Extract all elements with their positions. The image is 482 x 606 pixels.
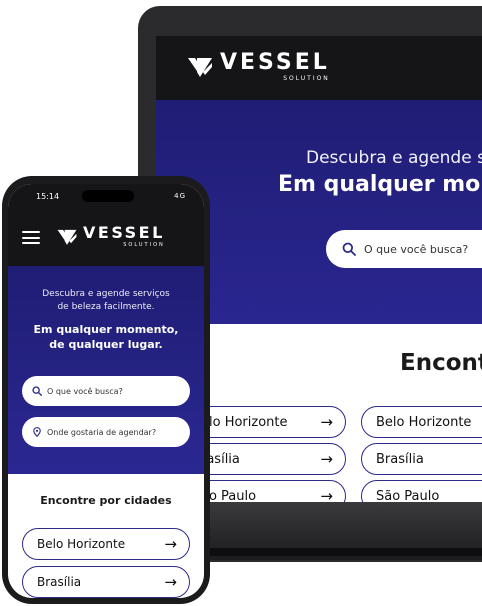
site-header: VESSEL SOLUTION bbox=[8, 208, 204, 266]
hero-title-line: de qualquer lugar. bbox=[49, 338, 163, 351]
brand-tagline: SOLUTION bbox=[283, 75, 330, 82]
hero-subtitle-line: Descubra e agende serviços bbox=[42, 289, 170, 299]
section-title: Encontre por cidades bbox=[40, 494, 172, 507]
location-placeholder: Onde gostaria de agendar? bbox=[47, 427, 157, 437]
arrow-right-icon: → bbox=[164, 573, 177, 591]
brand-tagline: SOLUTION bbox=[123, 242, 165, 248]
search-icon bbox=[342, 242, 356, 256]
city-button[interactable]: Belo Horizonte → bbox=[22, 528, 190, 560]
city-button[interactable]: Brasília → bbox=[22, 566, 190, 598]
hero-title: Em qualquer mom bbox=[278, 172, 482, 197]
brand-name: VESSEL bbox=[83, 223, 165, 242]
city-button[interactable]: rasília → bbox=[186, 443, 346, 475]
signal-indicator: 4G bbox=[174, 192, 186, 200]
hero-subtitle: Descubra e agende serviços de beleza fac… bbox=[8, 288, 204, 314]
search-placeholder: O que você busca? bbox=[364, 242, 469, 256]
city-label: elo Horizonte bbox=[201, 414, 288, 430]
search-input[interactable]: O que você busca? bbox=[22, 376, 190, 406]
hero-title-line: Em qualquer momento, bbox=[33, 323, 179, 336]
arrow-right-icon: → bbox=[164, 535, 177, 553]
city-label: Brasília bbox=[37, 575, 82, 589]
city-button[interactable]: Brasília bbox=[361, 443, 482, 475]
city-button[interactable]: Belo Horizonte bbox=[361, 406, 482, 438]
hero-subtitle: Descubra e agende s bbox=[306, 148, 482, 168]
search-placeholder: O que você busca? bbox=[47, 386, 123, 396]
city-label: Belo Horizonte bbox=[37, 537, 126, 551]
hero-title: Em qualquer momento, de qualquer lugar. bbox=[8, 322, 204, 352]
city-label: Belo Horizonte bbox=[376, 414, 472, 430]
location-pin-icon bbox=[33, 427, 41, 437]
laptop-hinge bbox=[170, 548, 482, 556]
vessel-logo-icon bbox=[57, 229, 77, 245]
status-bar: 15:14 4G bbox=[8, 184, 204, 208]
brand-logo[interactable]: VESSEL SOLUTION bbox=[56, 225, 165, 248]
section-title: Encont bbox=[400, 350, 482, 376]
hero-section: Descubra e agende serviços de beleza fac… bbox=[8, 266, 204, 474]
hero-subtitle-line: de beleza facilmente. bbox=[57, 302, 155, 312]
phone-screen: 15:14 4G VESSEL SOLUTION Descubra e agen bbox=[8, 184, 204, 598]
city-label: Brasília bbox=[376, 451, 424, 467]
search-input[interactable]: O que você busca? bbox=[326, 230, 482, 268]
arrow-right-icon: → bbox=[320, 413, 333, 431]
search-icon bbox=[32, 386, 42, 396]
arrow-right-icon: → bbox=[320, 450, 333, 468]
location-input[interactable]: Onde gostaria de agendar? bbox=[22, 417, 190, 447]
menu-icon[interactable] bbox=[22, 231, 40, 244]
site-header: VESSEL SOLUTION bbox=[156, 36, 482, 100]
city-button[interactable]: ão Paulo → bbox=[186, 480, 346, 504]
city-button[interactable]: São Paulo bbox=[361, 480, 482, 504]
city-button[interactable]: elo Horizonte → bbox=[186, 406, 346, 438]
vessel-logo-icon bbox=[188, 58, 212, 77]
brand-name: VESSEL bbox=[220, 50, 330, 75]
brand-logo[interactable]: VESSEL SOLUTION bbox=[186, 52, 330, 82]
dynamic-island bbox=[82, 190, 134, 202]
status-time: 15:14 bbox=[36, 192, 60, 201]
phone-device: 15:14 4G VESSEL SOLUTION Descubra e agen bbox=[2, 176, 210, 604]
